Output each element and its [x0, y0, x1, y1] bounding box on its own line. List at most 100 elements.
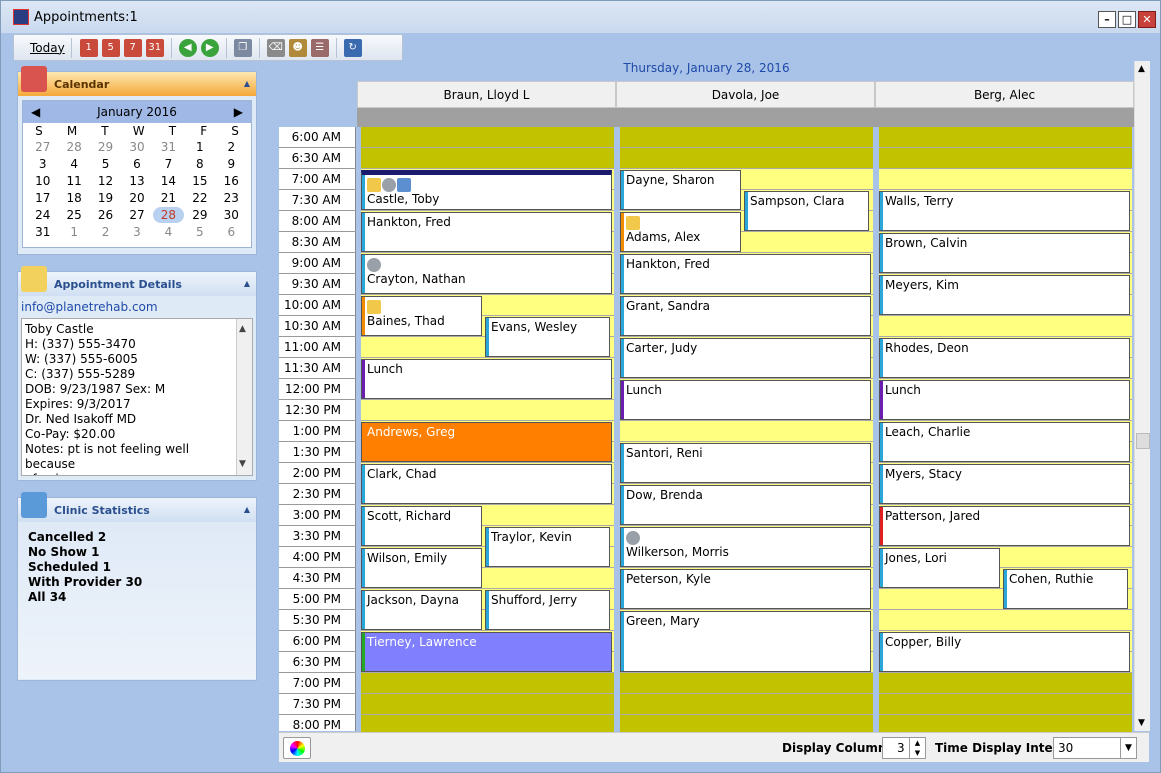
time-slot[interactable]: [361, 400, 614, 421]
details-panel-header[interactable]: Appointment Details ▲: [18, 266, 256, 296]
calendar-day[interactable]: 1: [184, 139, 215, 155]
resource-header[interactable]: Berg, Alec: [875, 81, 1134, 108]
calendar-day[interactable]: 10: [27, 173, 58, 189]
appointment-block[interactable]: Sampson, Clara: [744, 191, 869, 231]
back-arrow-icon[interactable]: ◀: [178, 38, 197, 57]
calendar-panel-header[interactable]: Calendar ▲: [18, 66, 256, 96]
refresh-icon[interactable]: ↻: [343, 38, 362, 57]
time-slot[interactable]: [361, 694, 614, 715]
appointment-block[interactable]: Lunch: [620, 380, 871, 420]
resource-header[interactable]: Braun, Lloyd L: [357, 81, 616, 108]
calendar-day[interactable]: 19: [90, 190, 121, 206]
details-scrollbar[interactable]: ▲ ▼: [236, 319, 252, 475]
appointment-block[interactable]: Hankton, Fred: [361, 212, 612, 252]
time-interval-select[interactable]: 30 ▼: [1053, 737, 1137, 759]
appointment-block[interactable]: Lunch: [879, 380, 1130, 420]
appointment-block[interactable]: Evans, Wesley: [485, 317, 610, 357]
time-slot[interactable]: [361, 148, 614, 169]
schedule-scrollbar[interactable]: ▲ ▼: [1134, 61, 1150, 731]
calendar-day[interactable]: 2: [90, 224, 121, 240]
time-slot[interactable]: [879, 127, 1132, 148]
time-slot[interactable]: [361, 127, 614, 148]
time-slot[interactable]: [879, 694, 1132, 715]
calendar-day[interactable]: 1: [58, 224, 89, 240]
calendar-day[interactable]: 4: [153, 224, 184, 240]
calendar-day[interactable]: 22: [184, 190, 215, 206]
appointment-block[interactable]: Scott, Richard: [361, 506, 482, 546]
calendar-day[interactable]: 13: [121, 173, 152, 189]
calendar-day[interactable]: 16: [216, 173, 247, 189]
find-patient-icon[interactable]: ☻: [288, 38, 307, 57]
time-slot[interactable]: [620, 694, 873, 715]
appointment-block[interactable]: Tierney, Lawrence: [361, 632, 612, 672]
collapse-caret-icon[interactable]: ▲: [244, 279, 250, 288]
appointment-block[interactable]: Brown, Calvin: [879, 233, 1130, 273]
appointment-block[interactable]: Copper, Billy: [879, 632, 1130, 672]
appointment-block[interactable]: Cohen, Ruthie: [1003, 569, 1128, 609]
forward-arrow-icon[interactable]: ▶: [200, 38, 219, 57]
calendar-day[interactable]: 30: [121, 139, 152, 155]
details-textbox[interactable]: Toby Castle H: (337) 555-3470 W: (337) 555…: [21, 318, 253, 476]
appointment-block[interactable]: Leach, Charlie: [879, 422, 1130, 462]
appointment-block[interactable]: Lunch: [361, 359, 612, 399]
time-slot[interactable]: [620, 673, 873, 694]
calendar-day[interactable]: 14: [153, 173, 184, 189]
calendar-day[interactable]: 8: [184, 156, 215, 172]
appointment-block[interactable]: Adams, Alex: [620, 212, 741, 252]
calendar-day[interactable]: 6: [216, 224, 247, 240]
calendar-day[interactable]: 6: [121, 156, 152, 172]
time-slot[interactable]: [879, 316, 1132, 337]
time-slot[interactable]: [620, 421, 873, 442]
calendar-day[interactable]: 3: [27, 156, 58, 172]
calendar-day[interactable]: 29: [90, 139, 121, 155]
appointment-block[interactable]: Shufford, Jerry: [485, 590, 610, 630]
calendar-day[interactable]: 17: [27, 190, 58, 206]
appointment-block[interactable]: Crayton, Nathan: [361, 254, 612, 294]
minimize-button[interactable]: –: [1098, 11, 1116, 28]
appointment-block[interactable]: Grant, Sandra: [620, 296, 871, 336]
appointment-block[interactable]: Castle, Toby: [361, 170, 612, 210]
time-slot[interactable]: [879, 610, 1132, 631]
calendar-day[interactable]: 3: [121, 224, 152, 240]
appointment-block[interactable]: Wilson, Emily: [361, 548, 482, 588]
resource-lane[interactable]: Walls, Terry Brown, Calvin Meyers, Kim Rhod…: [879, 127, 1132, 736]
calendar-day[interactable]: 28: [152, 207, 185, 223]
time-slot[interactable]: [879, 148, 1132, 169]
time-slot[interactable]: [879, 673, 1132, 694]
day-view-icon[interactable]: 1: [79, 38, 98, 57]
calendar-day[interactable]: 27: [121, 207, 152, 223]
calendar-day[interactable]: 5: [90, 156, 121, 172]
work-week-view-icon[interactable]: 5: [101, 38, 120, 57]
appointment-block[interactable]: Jackson, Dayna: [361, 590, 482, 630]
today-button[interactable]: Today: [20, 37, 72, 58]
appointment-block[interactable]: Rhodes, Deon: [879, 338, 1130, 378]
calendar-day[interactable]: 29: [184, 207, 215, 223]
appointment-block[interactable]: Traylor, Kevin: [485, 527, 610, 567]
calendar-day[interactable]: 28: [58, 139, 89, 155]
resource-lane[interactable]: Dayne, Sharon Sampson, Clara Adams, Alex Ha…: [620, 127, 873, 736]
calendar-day[interactable]: 5: [184, 224, 215, 240]
calendar-day[interactable]: 9: [216, 156, 247, 172]
maximize-button[interactable]: □: [1118, 11, 1136, 28]
appointment-block[interactable]: Walls, Terry: [879, 191, 1130, 231]
appointment-block[interactable]: Myers, Stacy: [879, 464, 1130, 504]
trash-icon[interactable]: ⌫: [266, 38, 285, 57]
display-columns-stepper[interactable]: 3 ▲ ▼: [882, 737, 926, 759]
color-picker-button[interactable]: [283, 737, 311, 759]
calendar-day[interactable]: 20: [121, 190, 152, 206]
calendar-day[interactable]: 15: [184, 173, 215, 189]
appointment-block[interactable]: Andrews, Greg: [361, 422, 612, 462]
time-slot[interactable]: [361, 673, 614, 694]
time-slot[interactable]: [620, 148, 873, 169]
appointment-block[interactable]: Carter, Judy: [620, 338, 871, 378]
calendar-day[interactable]: 30: [216, 207, 247, 223]
appointment-block[interactable]: Baines, Thad: [361, 296, 482, 336]
resource-lane[interactable]: Castle, Toby Hankton, Fred Crayton, Nathan…: [361, 127, 614, 736]
calendar-day[interactable]: 12: [90, 173, 121, 189]
appointment-block[interactable]: Meyers, Kim: [879, 275, 1130, 315]
calendar-day[interactable]: 21: [153, 190, 184, 206]
calendar-day[interactable]: 26: [90, 207, 121, 223]
calendar-day[interactable]: 11: [58, 173, 89, 189]
appointment-block[interactable]: Dow, Brenda: [620, 485, 871, 525]
calendar-day[interactable]: 2: [216, 139, 247, 155]
